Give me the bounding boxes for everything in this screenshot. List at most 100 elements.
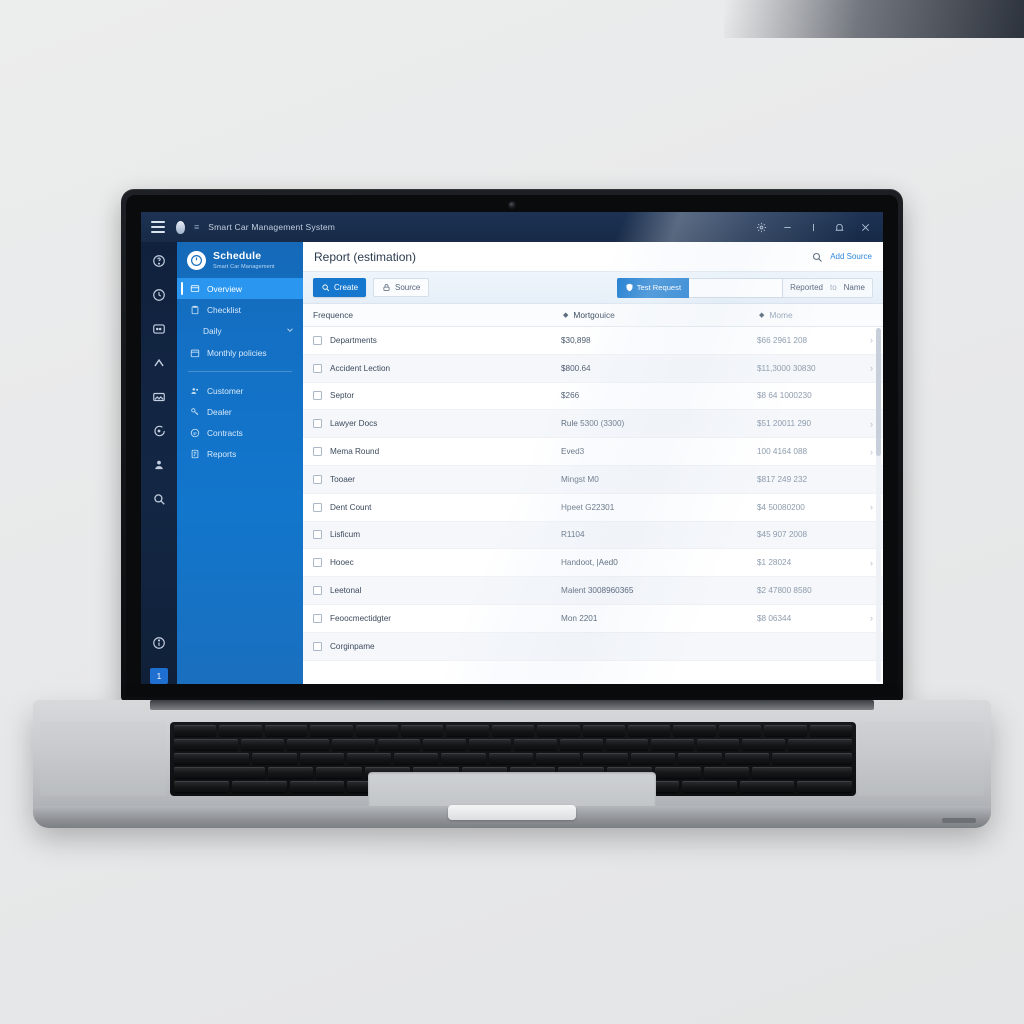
scrollbar-thumb[interactable] xyxy=(876,328,881,456)
row-checkbox[interactable] xyxy=(313,558,322,568)
row-chevron-icon[interactable]: › xyxy=(857,447,873,457)
rail-badge[interactable]: 1 xyxy=(150,668,168,684)
source-button[interactable]: Source xyxy=(373,278,430,297)
keyboard-key[interactable] xyxy=(377,739,421,750)
row-checkbox[interactable] xyxy=(313,502,322,512)
keyboard-key[interactable] xyxy=(174,739,238,750)
table-row[interactable]: Tooaer Mingst M0 $817 249 232 xyxy=(303,465,883,494)
vertical-scrollbar[interactable] xyxy=(876,328,881,682)
toolbar-search-input[interactable] xyxy=(689,277,784,298)
table-row[interactable]: Hooec Handoot, |Aed0 $1 28024 › xyxy=(303,549,883,578)
chevron-down-icon[interactable] xyxy=(285,325,295,337)
table-row[interactable]: Lisficum R1104 $45 907 2008 xyxy=(303,521,883,550)
row-checkbox[interactable] xyxy=(313,586,322,596)
row-chevron-icon[interactable]: › xyxy=(857,335,873,345)
chevron-up-icon[interactable] xyxy=(150,354,168,372)
minimize-icon[interactable] xyxy=(781,221,794,234)
info-icon[interactable] xyxy=(150,634,168,652)
keyboard-key[interactable] xyxy=(742,739,786,750)
keyboard-key[interactable] xyxy=(797,781,852,792)
row-checkbox[interactable] xyxy=(313,363,322,373)
row-checkbox[interactable] xyxy=(313,641,322,651)
row-chevron-icon[interactable]: › xyxy=(857,419,873,429)
sidebar-item-contracts[interactable]: Contracts xyxy=(177,422,303,443)
keyboard-key[interactable] xyxy=(630,753,675,764)
row-checkbox[interactable] xyxy=(313,474,322,484)
message-icon[interactable] xyxy=(150,422,168,440)
keyboard-key[interactable] xyxy=(394,753,439,764)
test-request-button[interactable]: Test Request xyxy=(616,277,690,298)
keyboard-key[interactable] xyxy=(355,725,399,736)
keyboard-key[interactable] xyxy=(174,781,229,792)
keyboard-key[interactable] xyxy=(583,753,628,764)
close-icon[interactable] xyxy=(859,221,872,234)
table-row[interactable]: Septor $266 $8 64 1000230 xyxy=(303,382,883,411)
create-button[interactable]: Create xyxy=(313,278,367,297)
keyboard-key[interactable] xyxy=(252,753,297,764)
keyboard-key[interactable] xyxy=(673,725,716,736)
keyboard-key[interactable] xyxy=(582,725,626,736)
table-row[interactable]: Corginpame xyxy=(303,632,883,661)
keyboard-key[interactable] xyxy=(219,725,262,736)
keyboard-key[interactable] xyxy=(514,739,558,750)
column-header-mortgouice[interactable]: ◆ Mortgouice xyxy=(563,310,759,320)
keyboard-key[interactable] xyxy=(809,725,853,736)
row-checkbox[interactable] xyxy=(313,419,322,429)
keyboard-key[interactable] xyxy=(703,767,750,778)
keyboard-key[interactable] xyxy=(725,753,770,764)
keyboard-key[interactable] xyxy=(491,725,535,736)
sidebar-item-daily[interactable]: Daily xyxy=(177,320,303,342)
sidebar-item-monthly-policies[interactable]: Monthly policies xyxy=(177,342,303,363)
maximize-icon[interactable] xyxy=(807,221,820,234)
row-chevron-icon[interactable]: › xyxy=(857,613,873,623)
keyboard-key[interactable] xyxy=(310,725,353,736)
keyboard-key[interactable] xyxy=(655,767,701,778)
sidebar-item-customer[interactable]: Customer xyxy=(177,380,303,401)
users-icon[interactable] xyxy=(150,456,168,474)
row-checkbox[interactable] xyxy=(313,447,322,457)
search-icon[interactable] xyxy=(150,490,168,508)
chat-box-icon[interactable] xyxy=(150,320,168,338)
sidebar-item-reports[interactable]: Reports xyxy=(177,443,303,464)
row-checkbox[interactable] xyxy=(313,613,322,623)
row-chevron-icon[interactable]: › xyxy=(857,502,873,512)
row-checkbox[interactable] xyxy=(313,391,322,401)
keyboard-key[interactable] xyxy=(299,753,344,764)
sidebar-item-overview[interactable]: Overview xyxy=(177,278,303,299)
keyboard-key[interactable] xyxy=(174,767,265,778)
keyboard-key[interactable] xyxy=(772,753,853,764)
keyboard-key[interactable] xyxy=(488,753,533,764)
add-source-link[interactable]: Add Source xyxy=(830,252,872,261)
keyboard-key[interactable] xyxy=(401,725,444,736)
keyboard-key[interactable] xyxy=(535,753,581,764)
keyboard-key[interactable] xyxy=(423,739,466,750)
column-header-frequence[interactable]: Frequence xyxy=(313,310,563,320)
keyboard-key[interactable] xyxy=(764,725,807,736)
keyboard-key[interactable] xyxy=(316,767,362,778)
table-row[interactable]: Lawyer Docs Rule 5300 (3300) $51 20011 290… xyxy=(303,410,883,439)
row-chevron-icon[interactable]: › xyxy=(857,558,873,568)
keyboard-key[interactable] xyxy=(267,767,314,778)
keyboard-key[interactable] xyxy=(441,753,486,764)
row-checkbox[interactable] xyxy=(313,530,322,540)
table-row[interactable]: Departments $30,898 $66 2961 208 › xyxy=(303,327,883,355)
keyboard-key[interactable] xyxy=(240,739,284,750)
keyboard-key[interactable] xyxy=(537,725,580,736)
keyboard-key[interactable] xyxy=(446,725,489,736)
keyboard-key[interactable] xyxy=(468,739,512,750)
bell-icon[interactable] xyxy=(833,221,846,234)
sidebar-item-checklist[interactable]: Checklist xyxy=(177,299,303,320)
row-checkbox[interactable] xyxy=(313,335,322,345)
keyboard-key[interactable] xyxy=(174,753,250,764)
keyboard-key[interactable] xyxy=(174,725,217,736)
keyboard-key[interactable] xyxy=(289,781,345,792)
keyboard-key[interactable] xyxy=(605,739,649,750)
keyboard-key[interactable] xyxy=(346,753,392,764)
keyboard-key[interactable] xyxy=(651,739,694,750)
table-row[interactable]: Dent Count Hpeet G22301 $4 50080200 › xyxy=(303,493,883,522)
sidebar-item-dealer[interactable]: Dealer xyxy=(177,401,303,422)
settings-icon[interactable] xyxy=(755,221,768,234)
keyboard-key[interactable] xyxy=(696,739,740,750)
column-header-mome[interactable]: ◆ Mome xyxy=(759,310,873,320)
toolbar-filters[interactable]: Reported to Name xyxy=(783,277,873,298)
